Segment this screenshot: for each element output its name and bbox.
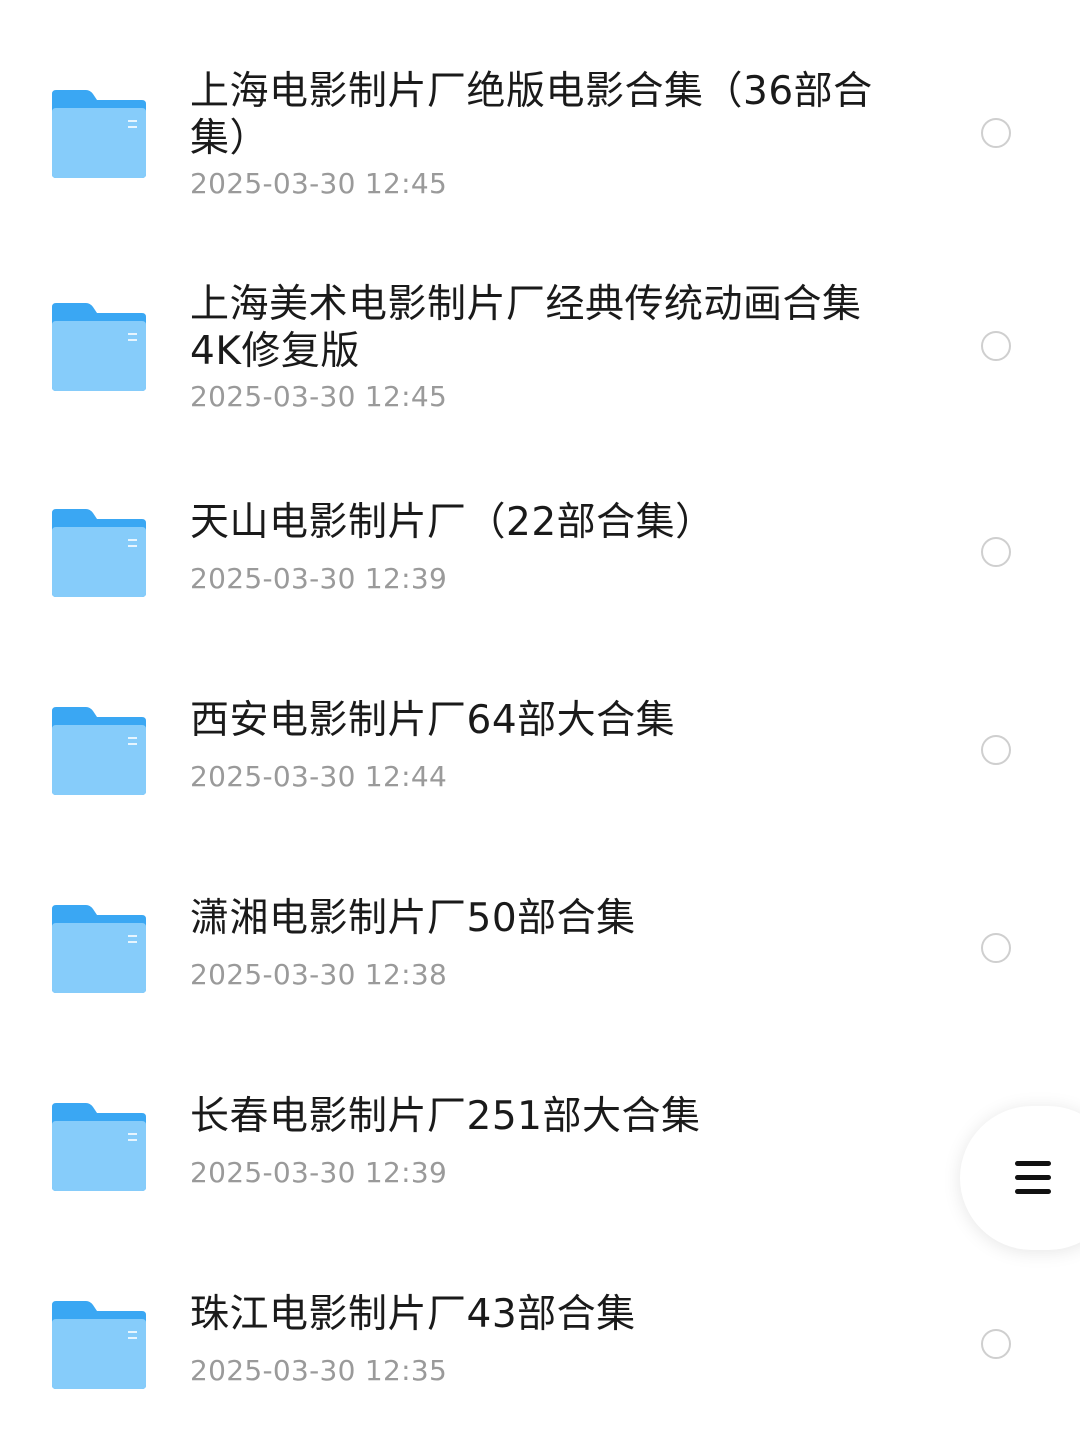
menu-icon — [1015, 1161, 1051, 1195]
folder-icon — [50, 1299, 148, 1391]
folder-name: 珠江电影制片厂43部合集 — [190, 1292, 636, 1337]
list-item[interactable]: 珠江电影制片厂43部合集 2025-03-30 12:35 — [0, 0, 1080, 1441]
folder-date: 2025-03-30 12:35 — [190, 1354, 448, 1387]
select-radio[interactable] — [981, 1329, 1011, 1359]
